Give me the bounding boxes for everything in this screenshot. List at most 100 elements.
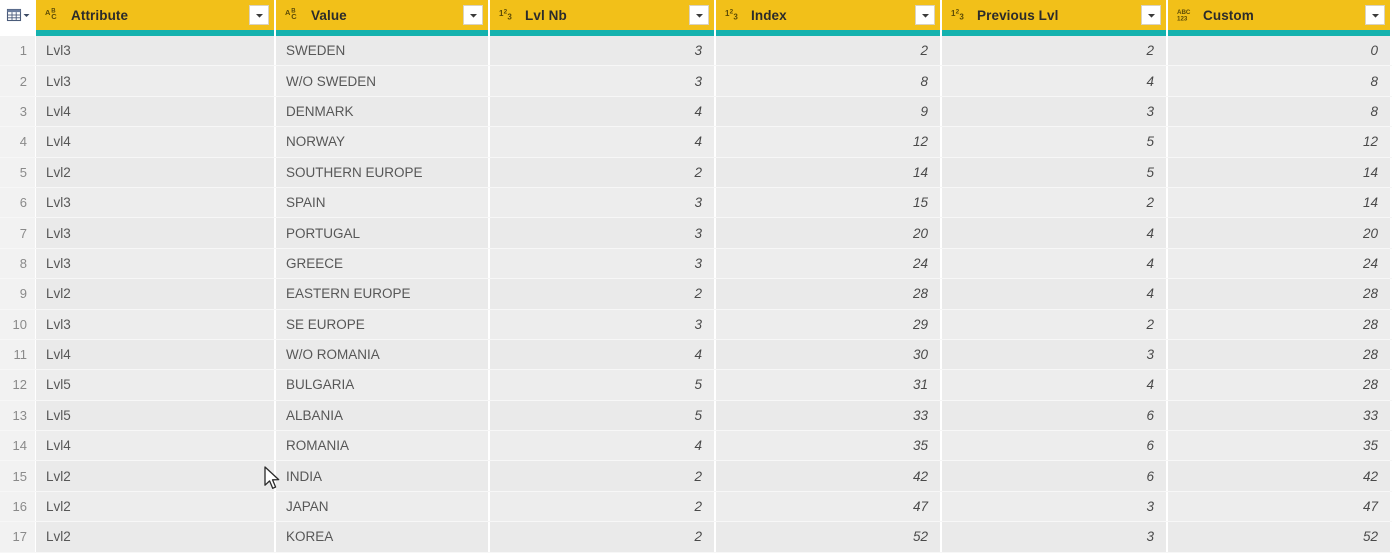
table-row[interactable]: 9 Lvl2 EASTERN EUROPE 2 28 4 28 — [0, 279, 1392, 310]
row-number[interactable]: 10 — [0, 309, 36, 339]
cell-lvl-nb[interactable]: 3 — [490, 66, 716, 96]
cell-value[interactable]: KOREA — [276, 522, 490, 552]
row-number[interactable]: 9 — [0, 279, 36, 309]
cell-lvl-nb[interactable]: 2 — [490, 461, 716, 491]
cell-custom[interactable]: 20 — [1168, 218, 1392, 248]
cell-value[interactable]: PORTUGAL — [276, 218, 490, 248]
column-filter-button-attribute[interactable] — [249, 5, 269, 25]
cell-previous-lvl[interactable]: 2 — [942, 187, 1168, 218]
cell-value[interactable]: W/O SWEDEN — [276, 66, 490, 96]
cell-attribute[interactable]: Lvl5 — [36, 370, 276, 400]
cell-lvl-nb[interactable]: 3 — [490, 187, 716, 218]
cell-value[interactable]: SPAIN — [276, 187, 490, 218]
cell-index[interactable]: 42 — [716, 461, 942, 491]
cell-index[interactable]: 8 — [716, 66, 942, 96]
cell-value[interactable]: JAPAN — [276, 491, 490, 522]
table-row[interactable]: 5 Lvl2 SOUTHERN EUROPE 2 14 5 14 — [0, 157, 1392, 188]
cell-custom[interactable]: 35 — [1168, 431, 1392, 461]
cell-lvl-nb[interactable]: 4 — [490, 339, 716, 370]
column-header-attribute[interactable]: A B C Attribute — [36, 0, 276, 30]
column-filter-button-index[interactable] — [915, 5, 935, 25]
select-all-columns-button[interactable] — [0, 0, 36, 30]
cell-index[interactable]: 47 — [716, 491, 942, 522]
cell-lvl-nb[interactable]: 4 — [490, 127, 716, 157]
cell-index[interactable]: 9 — [716, 96, 942, 127]
cell-custom[interactable]: 14 — [1168, 187, 1392, 218]
cell-custom[interactable]: 52 — [1168, 522, 1392, 552]
cell-custom[interactable]: 42 — [1168, 461, 1392, 491]
cell-value[interactable]: NORWAY — [276, 127, 490, 157]
abc-text-type-icon[interactable]: ABC — [45, 7, 67, 23]
cell-index[interactable]: 15 — [716, 187, 942, 218]
column-header-value[interactable]: A B C Value — [276, 0, 490, 30]
cell-value[interactable]: ALBANIA — [276, 400, 490, 431]
cell-index[interactable]: 14 — [716, 157, 942, 187]
cell-previous-lvl[interactable]: 3 — [942, 96, 1168, 127]
cell-attribute[interactable]: Lvl3 — [36, 187, 276, 218]
column-filter-button-custom[interactable] — [1365, 5, 1385, 25]
cell-lvl-nb[interactable]: 4 — [490, 96, 716, 127]
cell-previous-lvl[interactable]: 2 — [942, 36, 1168, 66]
cell-attribute[interactable]: Lvl3 — [36, 309, 276, 339]
table-row[interactable]: 14 Lvl4 ROMANIA 4 35 6 35 — [0, 431, 1392, 462]
cell-attribute[interactable]: Lvl3 — [36, 248, 276, 279]
row-number[interactable]: 15 — [0, 461, 36, 491]
cell-lvl-nb[interactable]: 3 — [490, 36, 716, 66]
cell-previous-lvl[interactable]: 4 — [942, 218, 1168, 248]
column-filter-button-value[interactable] — [463, 5, 483, 25]
row-number[interactable]: 7 — [0, 218, 36, 248]
cell-lvl-nb[interactable]: 2 — [490, 491, 716, 522]
cell-attribute[interactable]: Lvl3 — [36, 36, 276, 66]
cell-lvl-nb[interactable]: 2 — [490, 522, 716, 552]
table-row[interactable]: 16 Lvl2 JAPAN 2 47 3 47 — [0, 491, 1392, 523]
cell-custom[interactable]: 0 — [1168, 36, 1392, 66]
cell-value[interactable]: SOUTHERN EUROPE — [276, 157, 490, 187]
cell-attribute[interactable]: Lvl2 — [36, 157, 276, 187]
cell-attribute[interactable]: Lvl2 — [36, 522, 276, 552]
cell-previous-lvl[interactable]: 6 — [942, 400, 1168, 431]
row-number[interactable]: 13 — [0, 400, 36, 431]
row-number[interactable]: 8 — [0, 248, 36, 279]
cell-previous-lvl[interactable]: 3 — [942, 339, 1168, 370]
table-row[interactable]: 11 Lvl4 W/O ROMANIA 4 30 3 28 — [0, 339, 1392, 371]
cell-custom[interactable]: 8 — [1168, 96, 1392, 127]
column-filter-button-previous-lvl[interactable] — [1141, 5, 1161, 25]
cell-custom[interactable]: 28 — [1168, 279, 1392, 309]
cell-index[interactable]: 35 — [716, 431, 942, 461]
cell-previous-lvl[interactable]: 5 — [942, 127, 1168, 157]
cell-index[interactable]: 31 — [716, 370, 942, 400]
cell-previous-lvl[interactable]: 5 — [942, 157, 1168, 187]
cell-index[interactable]: 33 — [716, 400, 942, 431]
cell-custom[interactable]: 28 — [1168, 309, 1392, 339]
cell-previous-lvl[interactable]: 4 — [942, 248, 1168, 279]
123-number-type-icon[interactable]: 123 — [725, 7, 747, 23]
123-number-type-icon[interactable]: 123 — [951, 7, 973, 23]
cell-value[interactable]: ROMANIA — [276, 431, 490, 461]
cell-lvl-nb[interactable]: 5 — [490, 400, 716, 431]
cell-attribute[interactable]: Lvl3 — [36, 66, 276, 96]
cell-custom[interactable]: 24 — [1168, 248, 1392, 279]
cell-index[interactable]: 52 — [716, 522, 942, 552]
row-number[interactable]: 4 — [0, 127, 36, 157]
cell-value[interactable]: EASTERN EUROPE — [276, 279, 490, 309]
cell-index[interactable]: 30 — [716, 339, 942, 370]
cell-index[interactable]: 12 — [716, 127, 942, 157]
table-row[interactable]: 10 Lvl3 SE EUROPE 3 29 2 28 — [0, 309, 1392, 340]
table-row[interactable]: 6 Lvl3 SPAIN 3 15 2 14 — [0, 187, 1392, 219]
cell-lvl-nb[interactable]: 3 — [490, 248, 716, 279]
123-number-type-icon[interactable]: 123 — [499, 7, 521, 23]
row-number[interactable]: 16 — [0, 491, 36, 522]
cell-custom[interactable]: 47 — [1168, 491, 1392, 522]
cell-attribute[interactable]: Lvl5 — [36, 400, 276, 431]
cell-value[interactable]: INDIA — [276, 461, 490, 491]
row-number[interactable]: 17 — [0, 522, 36, 552]
cell-previous-lvl[interactable]: 4 — [942, 370, 1168, 400]
cell-lvl-nb[interactable]: 5 — [490, 370, 716, 400]
table-row[interactable]: 8 Lvl3 GREECE 3 24 4 24 — [0, 248, 1392, 280]
cell-lvl-nb[interactable]: 3 — [490, 218, 716, 248]
cell-lvl-nb[interactable]: 2 — [490, 279, 716, 309]
cell-index[interactable]: 28 — [716, 279, 942, 309]
row-number[interactable]: 14 — [0, 431, 36, 461]
cell-lvl-nb[interactable]: 2 — [490, 157, 716, 187]
cell-value[interactable]: BULGARIA — [276, 370, 490, 400]
